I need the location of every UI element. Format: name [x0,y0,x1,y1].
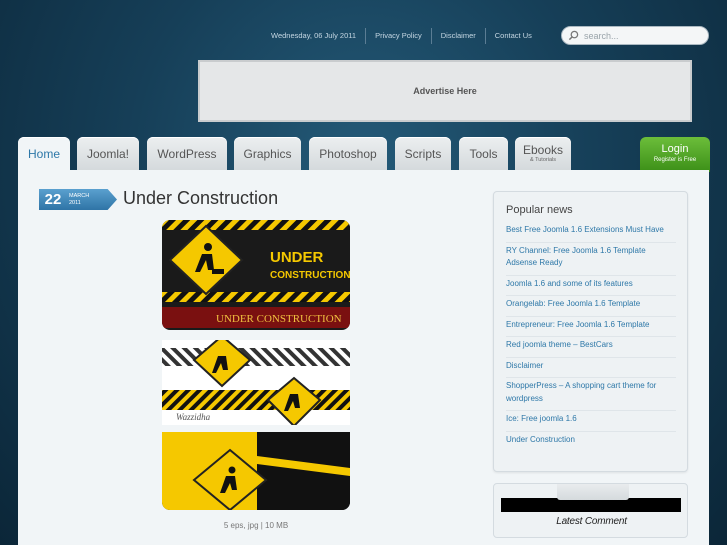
privacy-policy-link[interactable]: Privacy Policy [366,28,432,44]
post-title[interactable]: Under Construction [123,188,278,209]
news-link[interactable]: ShopperPress – A shopping cart theme for… [506,378,676,411]
construction-tape-image[interactable]: Wazzidha [162,340,350,425]
tab-label: Tools [469,147,498,161]
login-button[interactable]: Login Register is Free [640,137,710,172]
tab-graphics[interactable]: Graphics [234,137,301,172]
disclaimer-link[interactable]: Disclaimer [432,28,486,44]
advertise-label: Advertise Here [413,86,477,96]
latest-comment-module: Latest Comment [493,483,688,538]
latest-comment-title: Latest Comment [556,516,627,527]
construction-tape-graphic: Wazzidha [162,340,350,425]
banner-text: UNDER CONSTRUCTION [216,313,342,325]
tab-tools[interactable]: Tools [459,137,508,172]
news-link[interactable]: Red joomla theme – BestCars [506,337,676,358]
news-link[interactable]: RY Channel: Free Joomla 1.6 Template Ads… [506,243,676,276]
svg-text:Wazzidha: Wazzidha [176,412,211,422]
news-link[interactable]: Entrepreneur: Free Joomla 1.6 Template [506,317,676,337]
popular-news-list: Best Free Joomla 1.6 Extensions Must Hav… [506,222,676,451]
news-link[interactable]: Ice: Free joomla 1.6 [506,411,676,432]
module-header-tab [557,484,629,500]
svg-text:CONSTRUCTION: CONSTRUCTION [270,270,350,281]
news-link[interactable]: Best Free Joomla 1.6 Extensions Must Hav… [506,222,676,243]
tab-scripts[interactable]: Scripts [395,137,451,172]
register-label: Register is Free [653,157,697,163]
news-link[interactable]: Joomla 1.6 and some of its features [506,276,676,296]
news-link[interactable]: Under Construction [506,432,676,452]
tab-wordpress[interactable]: WordPress [147,137,227,172]
tab-label: WordPress [157,147,217,161]
search-box[interactable] [561,26,709,45]
construction-sign-graphic: UNDER CONSTRUCTION UNDER CONSTRUCTION [162,220,350,328]
module-header-bar [501,498,681,512]
tab-home[interactable]: Home [18,137,70,172]
construction-road-graphic [162,432,350,510]
post-month: MARCH [69,192,90,199]
post-month-year: MARCH 2011 [69,193,89,207]
news-link[interactable]: Disclaimer [506,358,676,378]
advertisement-banner[interactable]: Advertise Here [198,60,692,122]
under-construction-image[interactable]: UNDER CONSTRUCTION UNDER CONSTRUCTION [162,220,350,330]
search-input[interactable] [584,30,704,41]
tab-sublabel: & Tutorials [530,157,556,163]
contact-us-link[interactable]: Contact Us [486,28,541,44]
tab-ebooks[interactable]: Ebooks & Tutorials [515,137,571,172]
tab-label: Scripts [404,147,442,161]
post-date-badge: 22 MARCH 2011 [39,189,117,210]
tab-joomla[interactable]: Joomla! [77,137,139,172]
post-year: 2011 [69,199,81,206]
construction-road-image[interactable] [162,432,350,510]
current-date: Wednesday, 06 July 2011 [262,28,367,44]
post-day: 22 [44,191,62,208]
tab-photoshop[interactable]: Photoshop [309,137,387,172]
top-bar: Wednesday, 06 July 2011 Privacy Policy D… [262,27,541,45]
module-title: Popular news [506,204,573,216]
tab-label: Graphics [243,147,292,161]
tab-label: Ebooks [522,143,564,157]
login-label: Login [661,143,689,155]
tab-label: Joomla! [86,147,130,161]
tab-label: Photoshop [319,147,377,161]
news-link[interactable]: Orangelab: Free Joomla 1.6 Template [506,296,676,317]
svg-text:UNDER: UNDER [270,249,324,266]
search-icon [568,30,579,41]
tab-label: Home [27,147,60,161]
popular-news-module: Popular news Best Free Joomla 1.6 Extens… [493,191,688,472]
image-caption: 5 eps, jpg | 10 MB [223,521,289,530]
